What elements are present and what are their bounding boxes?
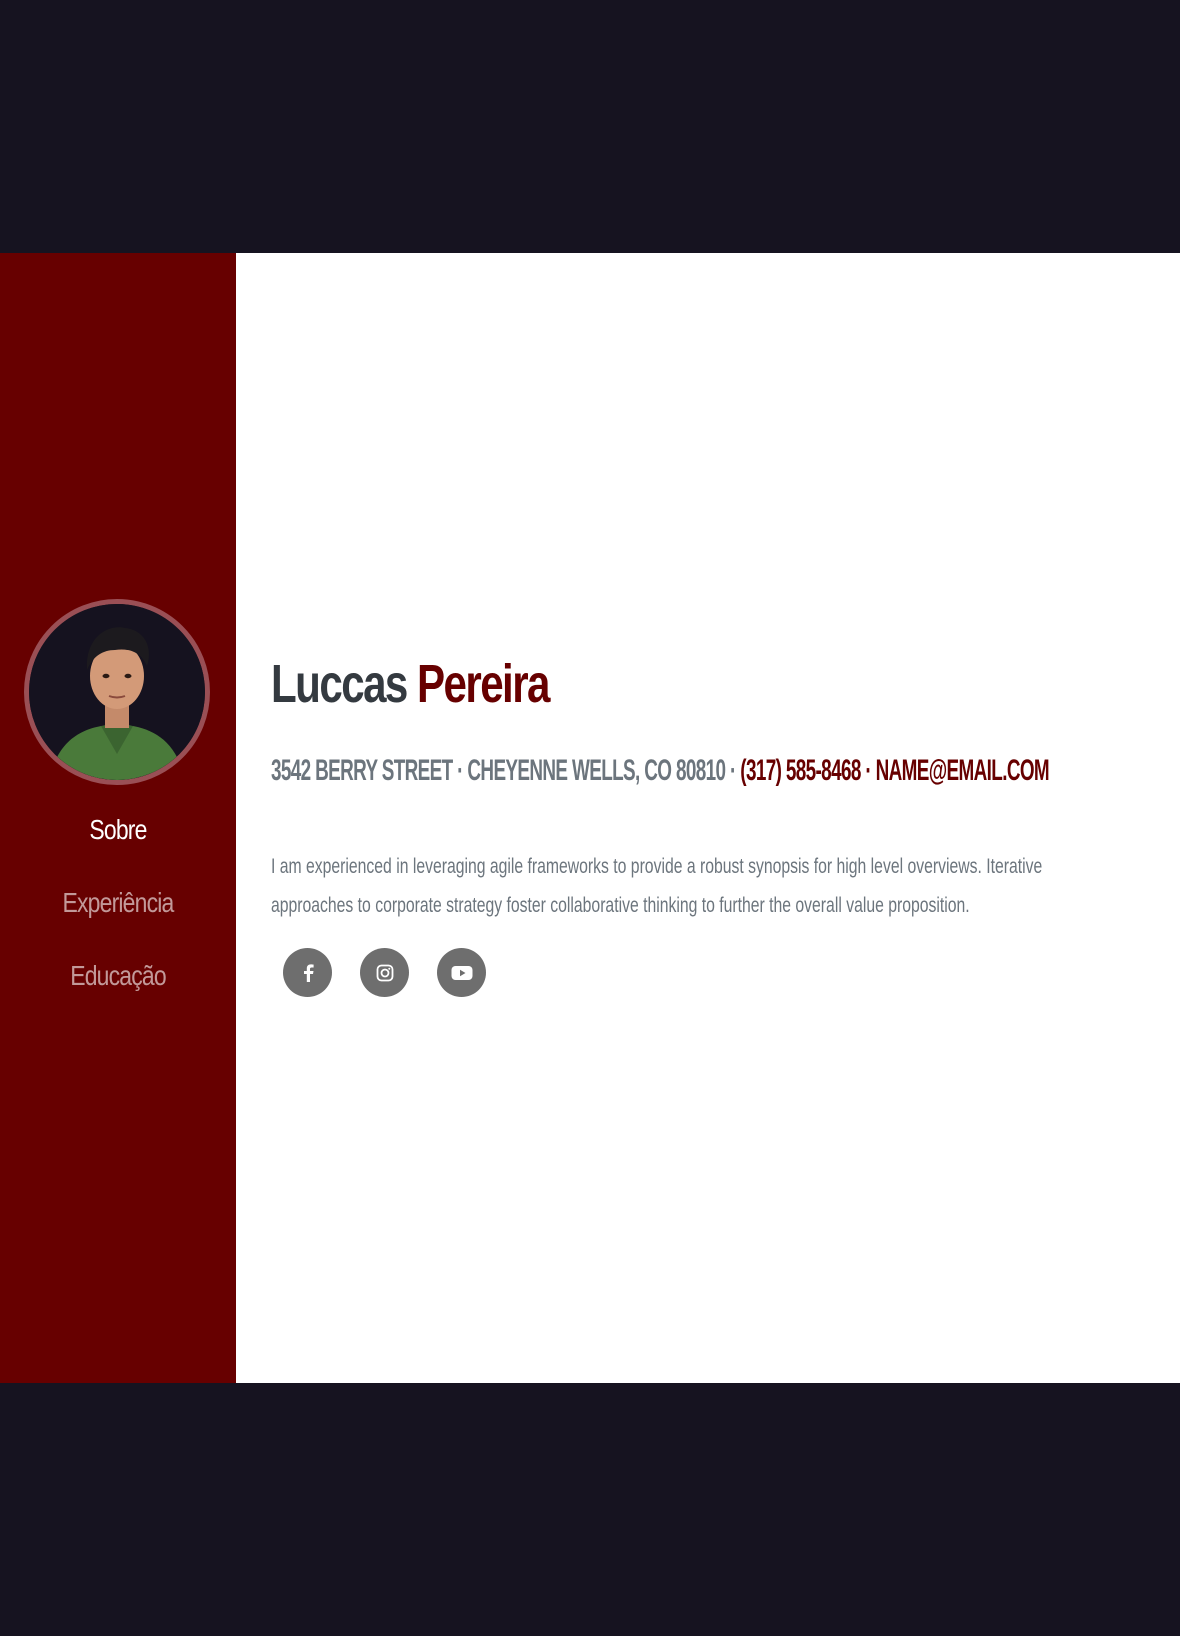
nav-item-sobre[interactable]: Sobre [21,813,215,886]
sidebar-nav: Sobre Experiência Educação [0,813,236,1032]
last-name: Pereira [416,654,551,714]
social-icons [283,948,486,997]
facebook-button[interactable] [283,948,332,997]
instagram-icon [376,964,393,981]
avatar [24,599,210,785]
profile-photo [29,604,205,780]
email-link[interactable]: NAME@EMAIL.COM [876,754,1050,787]
profile-name: Luccas Pereira [271,653,551,715]
instagram-button[interactable] [360,948,409,997]
about-section: Luccas Pereira 3542 BERRY STREET · CHEYE… [271,253,1151,1383]
address: 3542 BERRY STREET · CHEYENNE WELLS, CO 8… [271,754,736,787]
nav-item-experiencia[interactable]: Experiência [21,886,215,959]
resume-page: Sobre Experiência Educação Luccas Pereir… [0,253,1180,1383]
phone: (317) 585-8468 [740,754,861,787]
contact-line: 3542 BERRY STREET · CHEYENNE WELLS, CO 8… [271,754,1050,788]
youtube-button[interactable] [437,948,486,997]
sidebar: Sobre Experiência Educação [0,253,236,1383]
facebook-icon [303,963,314,982]
first-name: Luccas [271,654,408,714]
contact-separator: · [865,754,872,787]
youtube-icon [451,965,472,980]
nav-item-educacao[interactable]: Educação [21,959,215,1032]
bio-text: I am experienced in leveraging agile fra… [271,855,1043,917]
